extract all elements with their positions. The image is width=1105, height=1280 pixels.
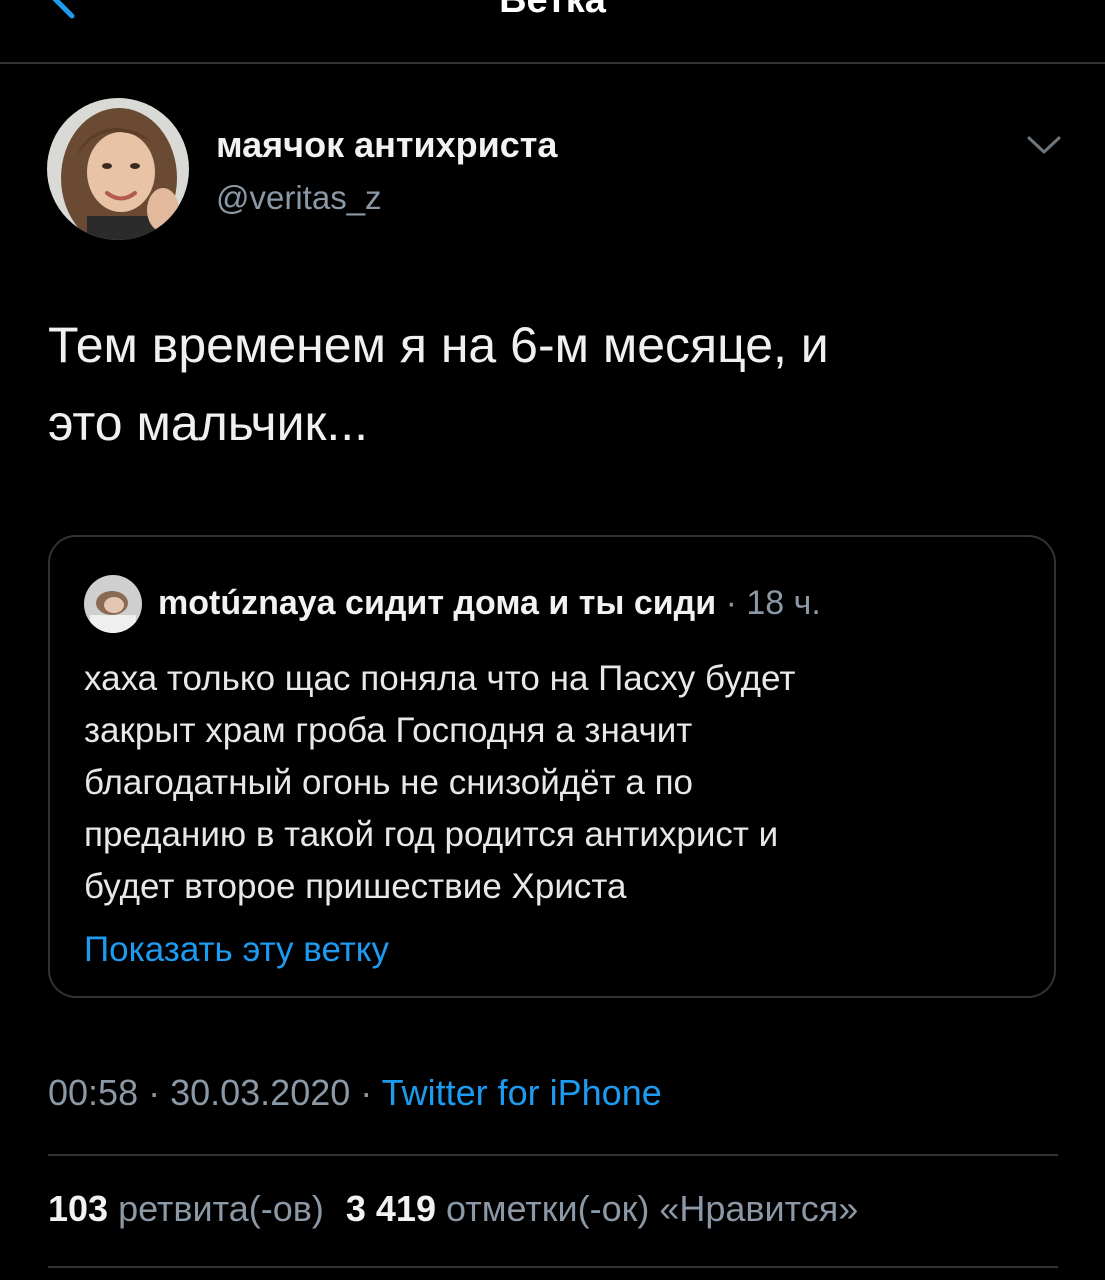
page-title: Ветка	[499, 0, 606, 21]
quoted-avatar-photo	[84, 575, 142, 633]
navigation-bar: Ветка	[0, 0, 1105, 64]
quoted-tweet-card[interactable]: motúznaya сидит дома и ты сиди · 18 ч. х…	[48, 535, 1056, 998]
tweet-timestamp-row: 00:58 · 30.03.2020 · Twitter for iPhone	[48, 1070, 662, 1116]
engagement-stats: 103 ретвита(-ов) 3 419 отметки(-ок) «Нрав…	[48, 1186, 858, 1232]
retweets-count: 103	[48, 1188, 109, 1229]
show-thread-link[interactable]: Показать эту ветку	[84, 928, 389, 972]
tweet-text: Тем временем я на 6-м месяце, и это маль…	[48, 317, 829, 451]
quoted-author-avatar	[84, 575, 142, 633]
meta-separator: ·	[350, 1072, 382, 1113]
tweet-date: 30.03.2020	[170, 1072, 351, 1113]
tweet-time: 00:58	[48, 1072, 139, 1113]
author-avatar[interactable]	[47, 98, 189, 240]
likes-stat[interactable]: 3 419 отметки(-ок) «Нравится»	[346, 1188, 858, 1229]
quoted-time: · 18 ч.	[716, 584, 821, 622]
tweet-source-link[interactable]: Twitter for iPhone	[382, 1072, 662, 1113]
retweets-label: ретвита(-ов)	[108, 1188, 324, 1229]
meta-separator: ·	[138, 1072, 171, 1113]
divider	[48, 1154, 1058, 1156]
divider	[48, 1266, 1058, 1268]
quoted-author-name: motúznaya сидит дома и ты сиди	[158, 584, 717, 622]
author-handle[interactable]: @veritas_z	[216, 178, 382, 218]
retweets-stat[interactable]: 103 ретвита(-ов)	[48, 1188, 324, 1229]
author-display-name[interactable]: маячок антихриста	[216, 124, 557, 166]
avatar-photo	[47, 98, 189, 240]
quoted-tweet-text: хаха только щас поняла что на Пасху буде…	[84, 659, 796, 906]
chevron-down-icon	[1027, 136, 1061, 154]
likes-label: отметки(-ок) «Нравится»	[435, 1188, 859, 1229]
likes-count: 3 419	[345, 1188, 436, 1229]
tweet-detail-screen: Ветка маячок антихриста @veritas_z Тем в…	[0, 0, 1105, 1280]
quoted-header: motúznaya сидит дома и ты сиди · 18 ч.	[158, 582, 821, 624]
more-options-button[interactable]	[1024, 128, 1064, 162]
